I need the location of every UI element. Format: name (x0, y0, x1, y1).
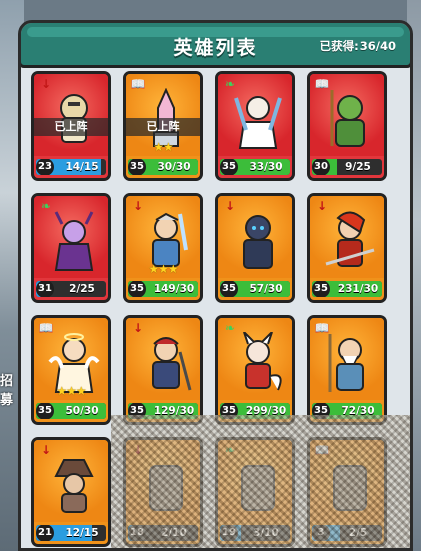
hero-portrait (328, 334, 364, 392)
shard-progress-bar: 35 30/30 (128, 159, 198, 175)
hero-level: 35 (220, 159, 238, 175)
owned-count: 已获得:36/40 (319, 39, 396, 53)
hero-card-red-samurai[interactable]: ↓ 35 129/30 (123, 315, 203, 425)
hero-portrait (234, 96, 282, 149)
shard-progress-bar: 31 2/25 (36, 281, 106, 297)
hero-card-dark-knight[interactable]: ↓ 35 57/30 (215, 193, 295, 303)
hero-portrait (54, 459, 94, 513)
hero-list-panel: 英雄列表 已获得:36/40 ↓ 已上阵 23 14/15 📖 ★★ 已上阵 35 30/30 ❧… (18, 20, 413, 551)
hero-portrait (243, 215, 273, 269)
hero-level: 31 (36, 281, 54, 297)
obscured-area (111, 415, 410, 548)
shard-count: 2/25 (69, 283, 95, 295)
star-rating: ★★★ (148, 262, 178, 276)
shard-progress-bar: 35 33/30 (220, 159, 290, 175)
hero-card-red-ninja[interactable]: ↓ 35 231/30 (307, 193, 387, 303)
hero-card-angel[interactable]: 📖 ★★★ 35 50/30 (31, 315, 111, 425)
hero-portrait (330, 90, 365, 147)
hero-portrait (325, 211, 375, 267)
shard-count: 14/15 (65, 161, 99, 173)
deployed-label: 已上阵 (126, 118, 200, 136)
shard-progress-bar: 30 9/25 (312, 159, 382, 175)
shard-count: 57/30 (249, 283, 283, 295)
shard-count: 30/30 (157, 161, 191, 173)
recruit-side-label: 招募 (0, 374, 14, 408)
hero-card-silver-swordsman[interactable]: ↓ ★★★ 35 149/30 (123, 193, 203, 303)
hero-level: 35 (36, 403, 54, 419)
hero-portrait (152, 337, 192, 391)
star-rating: ★★ (153, 140, 174, 154)
shard-count: 50/30 (65, 405, 99, 417)
hero-card-hat-mage[interactable]: ↓ 21 12/15 (31, 437, 111, 547)
hero-portrait (243, 332, 282, 391)
shard-count: 9/25 (345, 161, 371, 173)
hero-card-green-druid[interactable]: 📖 30 9/25 (307, 71, 387, 181)
star-rating: ★★★ (56, 384, 86, 398)
shard-progress-bar: 21 12/15 (36, 525, 106, 541)
hero-card-fox-girl[interactable]: ❧ 35 299/30 (215, 315, 295, 425)
panel-header: 英雄列表 已获得:36/40 (21, 23, 410, 68)
shard-count: 231/30 (337, 283, 379, 295)
shard-progress-bar: 35 57/30 (220, 281, 290, 297)
hero-card-old-sage[interactable]: 📖 35 72/30 (307, 315, 387, 425)
hero-card-golden-knight[interactable]: ↓ 已上阵 23 14/15 (31, 71, 111, 181)
hero-level: 35 (128, 159, 146, 175)
shard-count: 12/15 (65, 527, 99, 539)
hero-level: 35 (220, 281, 238, 297)
shard-progress-bar: 35 149/30 (128, 281, 198, 297)
shard-progress-bar: 23 14/15 (36, 159, 106, 175)
shard-count: 33/30 (249, 161, 283, 173)
hero-level: 21 (36, 525, 54, 541)
hero-level: 35 (312, 281, 330, 297)
hero-level: 23 (36, 159, 54, 175)
deployed-label: 已上阵 (34, 118, 108, 136)
shard-progress-bar: 35 231/30 (312, 281, 382, 297)
shard-progress-bar: 35 50/30 (36, 403, 106, 419)
hero-card-white-fox-swordmaster[interactable]: ❧ 35 33/30 (215, 71, 295, 181)
hero-card-rocket-robot[interactable]: 📖 ★★ 已上阵 35 30/30 (123, 71, 203, 181)
hero-card-purple-demon[interactable]: ❧ 31 2/25 (31, 193, 111, 303)
hero-portrait (54, 211, 94, 271)
hero-level: 35 (128, 281, 146, 297)
hero-level: 30 (312, 159, 330, 175)
shard-count: 149/30 (153, 283, 195, 295)
